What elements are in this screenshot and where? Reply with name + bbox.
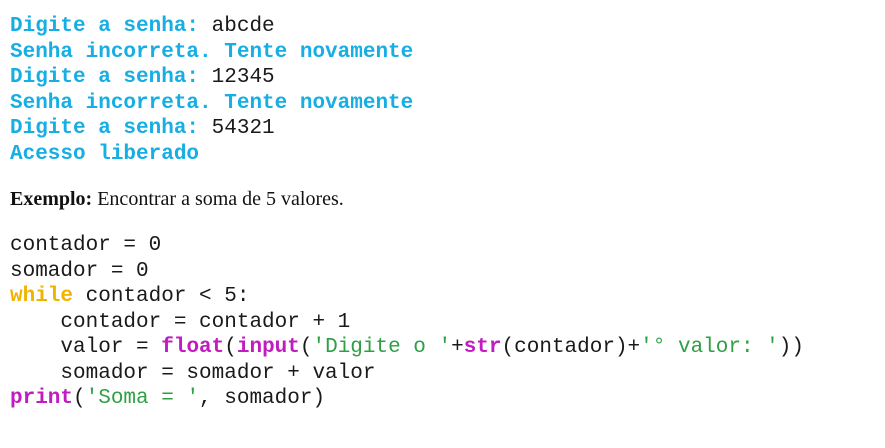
code-line: contador = contador + 1 — [10, 310, 351, 334]
keyword-while: while — [10, 285, 74, 308]
code-text: , somador) — [199, 387, 326, 410]
code-listing: contador = 0 somador = 0 while contador … — [10, 233, 875, 412]
output-line-message: Acesso liberado — [10, 142, 200, 166]
string-literal: 'Soma = ' — [85, 387, 200, 410]
code-text: ( — [73, 387, 86, 410]
output-prompt-text: Digite a senha: — [10, 66, 212, 89]
output-user-input: abcde — [211, 15, 275, 38]
document-page: Digite a senha: abcde Senha incorreta. T… — [10, 14, 875, 412]
output-line-prompt: Digite a senha: abcde — [10, 14, 875, 40]
output-line-prompt: Digite a senha: 12345 — [10, 65, 875, 91]
code-line: contador = 0 — [10, 234, 162, 257]
builtin-print: print — [10, 387, 74, 410]
code-line: while contador < 5: — [10, 284, 875, 310]
code-text: ( — [299, 336, 313, 359]
code-line: valor = float(input('Digite o '+str(cont… — [10, 335, 875, 361]
output-line-prompt: Digite a senha: 54321 — [10, 116, 875, 142]
string-literal: '° valor: ' — [640, 336, 779, 359]
code-line: somador = somador + valor — [10, 361, 376, 385]
output-line-message: Senha incorreta. Tente novamente — [10, 91, 414, 115]
output-line-message: Senha incorreta. Tente novamente — [10, 40, 414, 64]
code-text: ( — [224, 336, 237, 359]
code-text: valor = — [10, 336, 162, 359]
builtin-float: float — [161, 336, 225, 359]
code-line: print('Soma = ', somador) — [10, 386, 875, 412]
example-paragraph: Exemplo: Encontrar a soma de 5 valores. — [10, 187, 875, 211]
program-output: Digite a senha: abcde Senha incorreta. T… — [10, 14, 875, 167]
builtin-str: str — [463, 336, 502, 359]
code-text: )) — [778, 336, 804, 359]
output-prompt-text: Digite a senha: — [10, 117, 212, 140]
code-text: + — [451, 336, 464, 359]
code-text: contador < 5: — [73, 285, 250, 308]
builtin-input: input — [236, 336, 300, 359]
string-literal: 'Digite o ' — [312, 336, 452, 359]
example-description: Encontrar a soma de 5 valores. — [92, 188, 344, 210]
code-line: somador = 0 — [10, 259, 149, 283]
example-label: Exemplo: — [10, 188, 93, 210]
output-user-input: 12345 — [211, 66, 275, 89]
output-prompt-text: Digite a senha: — [10, 15, 212, 38]
output-user-input: 54321 — [211, 117, 275, 140]
code-text: (contador)+ — [501, 336, 641, 359]
